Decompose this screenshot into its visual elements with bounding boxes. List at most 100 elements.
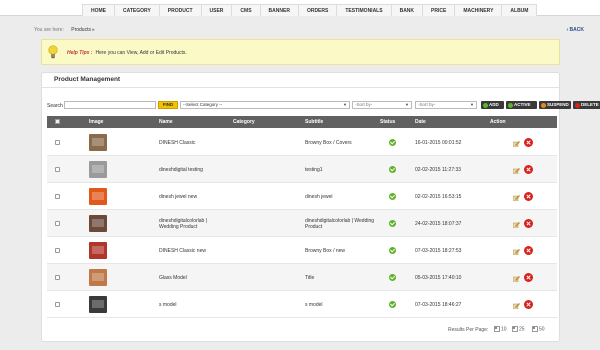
product-thumbnail[interactable] [87,132,109,153]
row-checkbox[interactable] [55,275,60,280]
row-checkbox[interactable] [55,140,60,145]
edit-icon[interactable] [513,249,520,255]
chevron-down-icon: ▼ [405,102,409,107]
status-active-icon[interactable] [389,139,396,146]
delete-row-icon[interactable] [524,219,533,228]
table-row: Glass Model Title 05-03-2015 17:40:10 [47,264,557,291]
suspend-button-label: SUSPEND [547,102,569,107]
row-name: dineshdigitalcolorlab | Wedding Product [159,218,207,230]
nav-category[interactable]: CATEGORY [114,4,160,16]
product-thumbnail[interactable] [87,159,109,180]
per-page-50-label: 50 [539,326,545,333]
row-date: 07-03-2015 18:46:27 [415,302,462,308]
nav-album[interactable]: ALBUM [501,4,538,16]
status-active-icon[interactable] [389,220,396,227]
edit-icon[interactable] [513,303,520,309]
page-title: Product Management [54,76,121,83]
add-button[interactable]: ADD [481,101,504,109]
col-category: Category [233,119,255,125]
find-button[interactable]: FIND [158,101,178,109]
product-thumbnail[interactable] [87,294,109,315]
active-button[interactable]: ACTIVE [506,101,537,109]
breadcrumb-prefix: You are here: [34,27,64,33]
suspend-button[interactable]: SUSPEND [539,101,571,109]
delete-row-icon[interactable] [524,192,533,201]
row-subtitle: Browny Box / new [305,248,346,254]
select-all-checkbox[interactable] [55,119,60,124]
edit-icon[interactable] [513,276,520,282]
row-checkbox[interactable] [55,221,60,226]
col-name: Name [159,119,173,125]
per-page-10[interactable]: 10 [494,326,507,332]
nav-home[interactable]: HOME [82,4,115,16]
category-select[interactable]: --Select Category -- ▼ [180,101,350,109]
divider [42,87,559,88]
results-per-page-label: Results Per Page: [448,327,489,333]
edit-icon[interactable] [513,195,520,201]
row-subtitle: testing1 [305,167,323,173]
add-button-label: ADD [489,102,499,107]
product-thumbnail[interactable] [87,267,109,288]
delete-button[interactable]: DELETE [573,101,600,109]
row-name: dinesh jewel new [159,194,198,200]
product-thumbnail[interactable] [87,240,109,261]
row-checkbox[interactable] [55,302,60,307]
help-tip-text: Help Tips : Here you can View, Add or Edi… [67,50,187,56]
row-name: s model [159,302,177,308]
back-label: BACK [569,27,584,33]
row-checkbox[interactable] [55,194,60,199]
filter-bar: Search FIND --Select Category -- ▼ -Sort … [47,101,600,110]
row-checkbox[interactable] [55,167,60,172]
nav-orders[interactable]: ORDERS [297,4,338,16]
active-button-label: ACTIVE [514,102,531,107]
delete-row-icon[interactable] [524,246,533,255]
help-tip: Help Tips : Here you can View, Add or Edi… [41,39,560,65]
sort-select-2[interactable]: -Sort by- ▼ [415,101,477,109]
row-date: 16-01-2015 00:01:52 [415,140,462,146]
pause-icon [541,102,546,108]
status-active-icon[interactable] [389,193,396,200]
status-active-icon[interactable] [389,301,396,308]
table-row: DINESH Classic Browny Box / Covers 16-01-2… [47,129,557,156]
delete-row-icon[interactable] [524,273,533,282]
nav-bank[interactable]: BANK [390,4,424,16]
product-thumbnail[interactable] [87,213,109,234]
search-input[interactable] [64,101,156,109]
col-status: Status [380,119,396,125]
delete-row-icon[interactable] [524,300,533,309]
nav-testimonials[interactable]: TESTIMONIALS [336,4,392,16]
nav-cms[interactable]: CMS [231,4,261,16]
breadcrumb: You are here: Products ▸ [34,27,95,33]
nav-machinery[interactable]: MACHINERY [454,4,503,16]
row-date: 24-02-2015 18:07:37 [415,221,462,227]
row-subtitle: Browny Box / Covers [305,140,352,146]
nav-product[interactable]: PRODUCT [158,4,202,16]
per-page-25-label: 25 [519,326,525,333]
delete-row-icon[interactable] [524,138,533,147]
edit-icon[interactable] [513,168,520,174]
nav-banner[interactable]: BANNER [259,4,299,16]
nav-price[interactable]: PRICE [422,4,456,16]
product-thumbnail[interactable] [87,186,109,207]
grid-icon [532,326,538,332]
back-link[interactable]: ‹ BACK [566,27,584,33]
row-date: 02-02-2015 11:27:33 [415,167,462,173]
category-select-value: --Select Category -- [183,102,223,107]
row-checkbox[interactable] [55,248,60,253]
breadcrumb-current[interactable]: Products [71,27,91,33]
table-row: s model s model 07-03-2015 18:46:27 [47,291,557,318]
help-tip-label: Help Tips : [67,50,93,56]
per-page-50[interactable]: 50 [532,326,545,332]
edit-icon[interactable] [513,222,520,228]
per-page-25[interactable]: 25 [512,326,525,332]
row-subtitle: dineshdigitalcolorlab | Wedding Product [305,218,375,230]
status-active-icon[interactable] [389,274,396,281]
table-row: DINESH Classic new Browny Box / new 07-03-… [47,237,557,264]
delete-row-icon[interactable] [524,165,533,174]
sort-select-1[interactable]: -Sort by- ▼ [352,101,412,109]
edit-icon[interactable] [513,141,520,147]
table-row: dineshdigital testing testing1 02-02-2015 … [47,156,557,183]
status-active-icon[interactable] [389,247,396,254]
status-active-icon[interactable] [389,166,396,173]
nav-user[interactable]: USER [200,4,233,16]
